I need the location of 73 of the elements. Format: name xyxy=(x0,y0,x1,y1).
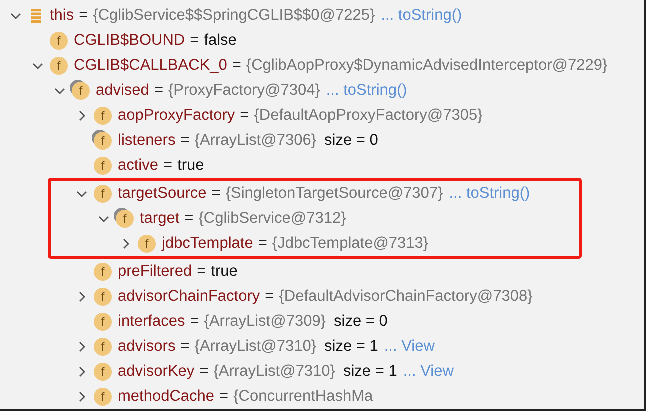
field-icon: f xyxy=(50,56,68,74)
final-field-icon: f xyxy=(116,210,134,228)
variable-name: methodCache xyxy=(118,386,215,407)
field-icon: f xyxy=(94,362,112,380)
variable-name: advised xyxy=(96,80,150,101)
equals-sign: = xyxy=(212,184,221,204)
value-link[interactable]: ... toString() xyxy=(381,4,462,28)
size-text: size = 1 xyxy=(343,362,398,382)
equals-sign: = xyxy=(79,6,88,26)
final-field-icon: f xyxy=(72,82,90,100)
equals-sign: = xyxy=(184,208,194,229)
equals-sign: = xyxy=(220,386,229,407)
variable-name: this xyxy=(50,6,74,26)
size-text: size = 0 xyxy=(324,130,378,151)
field-icon: f xyxy=(94,156,112,174)
equals-sign: = xyxy=(232,56,242,76)
variable-value: {ArrayList@7310} xyxy=(194,336,317,357)
variable-value: true xyxy=(178,156,204,176)
variable-name: advisors xyxy=(118,336,176,357)
variable-value: {CglibAopProxy$DynamicAdvisedInterceptor@7229} xyxy=(246,56,608,76)
field-icon: f xyxy=(94,262,112,280)
variable-value: {SingletonTargetSource@7307} xyxy=(226,184,444,204)
variable-value: {CglibService$$SpringCGLIB$$0@7225} xyxy=(93,6,376,26)
field-icon: f xyxy=(50,32,68,50)
variable-value: {ProxyFactory@7304} xyxy=(168,80,320,101)
variable-value: {ArrayList@7309} xyxy=(204,312,326,332)
equals-sign: = xyxy=(154,80,164,101)
stack-icon xyxy=(28,8,44,24)
field-icon: f xyxy=(94,338,112,356)
field-icon: f xyxy=(94,288,112,306)
variable-value: true xyxy=(211,262,238,282)
equals-sign: = xyxy=(258,234,268,254)
final-field-icon: f xyxy=(94,132,112,150)
equals-sign: = xyxy=(164,156,173,176)
variable-name: CGLIB$BOUND xyxy=(74,30,186,51)
variable-value: {ConcurrentHashMa xyxy=(234,386,374,407)
variable-value: {ArrayList@7310} xyxy=(214,362,336,382)
variable-name: CGLIB$CALLBACK_0 xyxy=(74,56,228,76)
variable-name: advisorKey xyxy=(118,362,195,382)
value-link[interactable]: ... View xyxy=(384,334,435,358)
variable-name: listeners xyxy=(118,130,176,151)
variable-name: active xyxy=(118,156,158,176)
variable-name: interfaces xyxy=(118,312,186,332)
variable-value: {ArrayList@7306} xyxy=(194,130,317,151)
equals-sign: = xyxy=(240,106,250,126)
value-link[interactable]: ... toString() xyxy=(326,78,408,102)
variable-value: {DefaultAopProxyFactory@7305} xyxy=(254,106,483,126)
equals-sign: = xyxy=(197,262,206,282)
variable-name: targetSource xyxy=(118,184,207,204)
variable-value: {CglibService@7312} xyxy=(198,208,346,229)
field-icon: f xyxy=(94,106,112,124)
equals-sign: = xyxy=(180,130,190,151)
field-icon: f xyxy=(138,234,156,252)
field-icon: f xyxy=(94,184,112,202)
variable-value: {DefaultAdvisorChainFactory@7308} xyxy=(279,286,533,307)
variable-name: advisorChainFactory xyxy=(118,286,260,307)
value-link[interactable]: ... toString() xyxy=(449,182,530,206)
variable-name: preFiltered xyxy=(118,262,192,282)
variable-value: false xyxy=(204,30,237,51)
size-text: size = 0 xyxy=(334,312,388,332)
equals-sign: = xyxy=(180,336,190,357)
value-link[interactable]: ... View xyxy=(403,360,454,384)
field-icon: f xyxy=(94,388,112,406)
variable-value: {JdbcTemplate@7313} xyxy=(272,234,429,254)
variable-name: aopProxyFactory xyxy=(118,106,236,126)
variable-name: target xyxy=(140,208,180,229)
variable-name: jdbcTemplate xyxy=(162,234,254,254)
equals-sign: = xyxy=(200,362,209,382)
size-text: size = 1 xyxy=(324,336,378,357)
equals-sign: = xyxy=(190,312,200,332)
equals-sign: = xyxy=(265,286,274,307)
equals-sign: = xyxy=(190,30,200,51)
field-icon: f xyxy=(94,312,112,330)
